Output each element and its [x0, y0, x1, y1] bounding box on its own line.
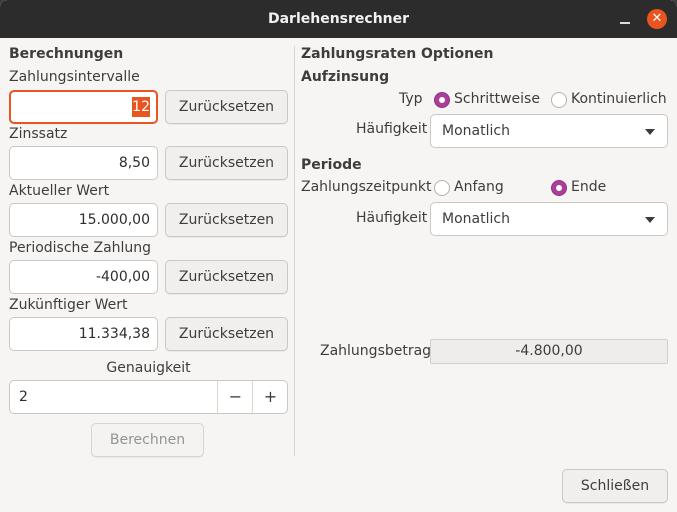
- payment-amount-output: -4.800,00: [430, 339, 668, 364]
- minimize-icon[interactable]: [617, 11, 633, 27]
- calculate-button[interactable]: Berechnen: [91, 423, 204, 457]
- compounding-heading: Aufzinsung: [301, 69, 390, 85]
- payment-intervals-input[interactable]: 12: [9, 90, 158, 124]
- interest-rate-input[interactable]: 8,50: [9, 146, 158, 180]
- continuous-radio[interactable]: [551, 92, 567, 108]
- periodic-payment-label: Periodische Zahlung: [9, 240, 152, 256]
- dropdown-arrow-icon: [645, 217, 655, 223]
- loan-calculator-window: Darlehensrechner ✕ Berechnungen Zahlungs…: [0, 0, 677, 512]
- stepwise-radio[interactable]: [434, 92, 450, 108]
- increment-button[interactable]: +: [252, 381, 288, 413]
- compounding-frequency-value: Monatlich: [442, 123, 510, 139]
- precision-value[interactable]: 2: [19, 381, 28, 413]
- period-frequency-value: Monatlich: [442, 211, 510, 227]
- reset-interest-rate-button[interactable]: Zurücksetzen: [165, 146, 288, 180]
- compounding-frequency-dropdown[interactable]: Monatlich: [430, 114, 668, 148]
- decrement-button[interactable]: −: [217, 381, 253, 413]
- selected-text: 12: [132, 97, 150, 117]
- end-label[interactable]: Ende: [571, 179, 606, 195]
- payment-options-heading: Zahlungsraten Optionen: [301, 46, 494, 62]
- payment-timing-label: Zahlungszeitpunkt: [301, 179, 432, 195]
- payment-intervals-label: Zahlungsintervalle: [9, 69, 140, 85]
- beginning-radio[interactable]: [434, 180, 450, 196]
- type-label: Typ: [399, 91, 423, 107]
- close-window-button[interactable]: ✕: [647, 9, 667, 29]
- precision-label: Genauigkeit: [106, 360, 191, 376]
- title-bar[interactable]: Darlehensrechner ✕: [0, 0, 677, 38]
- calculations-heading: Berechnungen: [9, 46, 124, 62]
- period-frequency-dropdown[interactable]: Monatlich: [430, 202, 668, 236]
- compounding-frequency-label: Häufigkeit: [356, 121, 428, 137]
- periodic-payment-input[interactable]: -400,00: [9, 260, 158, 294]
- stepwise-label[interactable]: Schrittweise: [454, 91, 540, 107]
- present-value-label: Aktueller Wert: [9, 183, 110, 199]
- window-title: Darlehensrechner: [267, 11, 410, 27]
- reset-periodic-payment-button[interactable]: Zurücksetzen: [165, 260, 288, 294]
- dropdown-arrow-icon: [645, 129, 655, 135]
- period-heading: Periode: [301, 157, 362, 173]
- reset-present-value-button[interactable]: Zurücksetzen: [165, 203, 288, 237]
- present-value-input[interactable]: 15.000,00: [9, 203, 158, 237]
- future-value-label: Zukünftiger Wert: [9, 297, 128, 313]
- end-radio[interactable]: [551, 180, 567, 196]
- column-divider: [294, 46, 295, 456]
- reset-payment-intervals-button[interactable]: Zurücksetzen: [165, 90, 288, 124]
- interest-rate-label: Zinssatz: [9, 126, 68, 142]
- continuous-label[interactable]: Kontinuierlich: [571, 91, 667, 107]
- close-button[interactable]: Schließen: [562, 469, 668, 503]
- close-icon: ✕: [651, 11, 663, 26]
- payment-amount-label: Zahlungsbetrag: [320, 343, 432, 359]
- beginning-label[interactable]: Anfang: [454, 179, 504, 195]
- period-frequency-label: Häufigkeit: [356, 210, 428, 226]
- reset-future-value-button[interactable]: Zurücksetzen: [165, 317, 288, 351]
- future-value-input[interactable]: 11.334,38: [9, 317, 158, 351]
- precision-spinbutton[interactable]: 2 − +: [9, 380, 288, 414]
